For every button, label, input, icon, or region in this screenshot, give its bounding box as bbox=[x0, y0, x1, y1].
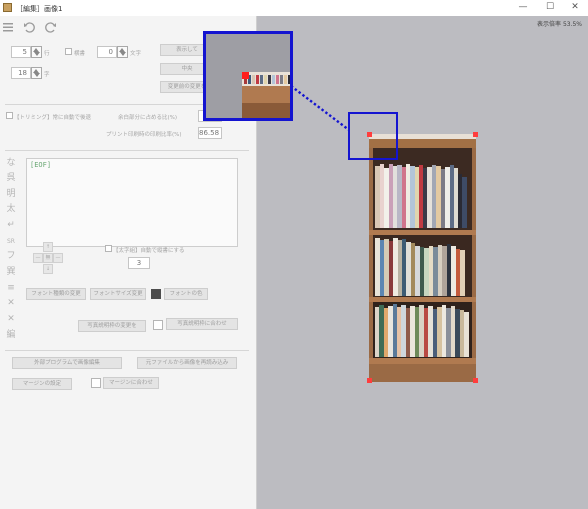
font-color-button[interactable]: フォントの色 bbox=[164, 288, 208, 300]
chars-offset-input[interactable]: 0 bbox=[97, 46, 117, 58]
tool-lines[interactable]: ≡ bbox=[5, 282, 17, 295]
divider bbox=[5, 350, 249, 351]
font-color-swatch[interactable] bbox=[151, 289, 161, 299]
selection-box[interactable] bbox=[348, 112, 398, 160]
match-desc-checkbox[interactable] bbox=[153, 320, 163, 330]
font-size-button[interactable]: フォントサイズ変更 bbox=[90, 288, 146, 300]
margin-fit-checkbox[interactable] bbox=[91, 378, 101, 388]
title-bar: ［編集］画像1 — ☐ ✕ bbox=[0, 0, 588, 16]
text-editor[interactable]: [EOF] bbox=[26, 158, 238, 247]
print-ratio-input[interactable]: 86.58 bbox=[198, 127, 222, 139]
zoom-handle bbox=[242, 72, 249, 79]
zoom-image-corner bbox=[242, 72, 290, 118]
minimize-button[interactable]: — bbox=[514, 1, 532, 14]
tool-bold[interactable]: 太 bbox=[5, 203, 17, 216]
resize-handle-top-right[interactable] bbox=[473, 132, 478, 137]
blank-ratio-label: 余白部分に占める比(%) bbox=[118, 115, 178, 121]
tool-ruby[interactable]: SR bbox=[5, 235, 17, 248]
zoom-preview bbox=[203, 31, 293, 121]
tool-newline[interactable]: ↵ bbox=[5, 219, 17, 232]
chars-offset-spinner[interactable] bbox=[117, 46, 128, 58]
auto-trim-checkbox[interactable] bbox=[6, 112, 13, 119]
bookshelf-picture bbox=[369, 134, 476, 382]
dpad-center[interactable]: 無 bbox=[43, 253, 53, 263]
resize-handle-bottom-right[interactable] bbox=[473, 378, 478, 383]
reload-button[interactable]: 元ファイルから画像を再読み込み bbox=[137, 357, 237, 369]
chars-unit: 字 bbox=[44, 72, 50, 78]
print-ratio-label: プリント印刷時の印刷比率(%) bbox=[106, 132, 182, 138]
redo-icon[interactable] bbox=[44, 20, 58, 34]
match-desc-button[interactable]: 写真説明枠に合わせ bbox=[166, 318, 238, 330]
auto-tate-label: 【太字組】自動で縦書にする bbox=[113, 248, 185, 254]
window-title: ［編集］画像1 bbox=[16, 5, 63, 13]
lines-input[interactable]: 5 bbox=[11, 46, 31, 58]
resize-handle-bottom-left[interactable] bbox=[367, 378, 372, 383]
maximize-button[interactable]: ☐ bbox=[541, 1, 559, 14]
lines-spinner[interactable] bbox=[31, 46, 42, 58]
tool-cross-1[interactable]: ✕ bbox=[5, 297, 17, 310]
undo-icon[interactable] bbox=[22, 20, 36, 34]
auto-trim-label: 【トリミング】常に自動で後退 bbox=[14, 115, 92, 121]
margin-setting-button[interactable]: マージンの設定 bbox=[12, 378, 72, 390]
margin-fit-button[interactable]: マージンに合わせ bbox=[103, 377, 159, 389]
horizontal-checkbox[interactable] bbox=[65, 48, 72, 55]
zoomed-bookshelf-corner bbox=[242, 72, 290, 118]
dpad-down[interactable]: ↓ bbox=[43, 264, 53, 274]
tool-gothic[interactable]: 呉 bbox=[5, 172, 17, 185]
close-button[interactable]: ✕ bbox=[566, 1, 584, 14]
tool-hiragana[interactable]: な bbox=[5, 157, 17, 170]
hamburger-icon[interactable] bbox=[2, 21, 14, 33]
preview-image[interactable] bbox=[367, 132, 478, 383]
dpad-up[interactable]: ↑ bbox=[43, 242, 53, 252]
font-type-button[interactable]: フォント種類の変更 bbox=[26, 288, 86, 300]
zoom-connector bbox=[290, 85, 350, 131]
tool-cross-2[interactable]: ✕ bbox=[5, 313, 17, 326]
tool-fu[interactable]: フ bbox=[5, 250, 17, 263]
lines-unit: 行 bbox=[44, 51, 50, 57]
change-desc-button[interactable]: 写真説明枠の変更を bbox=[78, 320, 146, 332]
tool-mincho[interactable]: 明 bbox=[5, 188, 17, 201]
dpad-left[interactable]: — bbox=[33, 253, 43, 263]
horizontal-label: 横書 bbox=[74, 51, 86, 57]
eof-marker: [EOF] bbox=[30, 161, 52, 169]
chars-input[interactable]: 18 bbox=[11, 67, 31, 79]
chars-offset-unit: 文字 bbox=[130, 51, 142, 57]
tool-emphasis[interactable]: 巽 bbox=[5, 266, 17, 279]
dpad-right[interactable]: — bbox=[53, 253, 63, 263]
divider bbox=[5, 150, 249, 151]
zoom-level: 表示倍率 53.5% bbox=[537, 21, 582, 28]
chars-spinner[interactable] bbox=[31, 67, 42, 79]
external-edit-button[interactable]: 外部プログラムで画像編集 bbox=[12, 357, 122, 369]
auto-tate-checkbox[interactable] bbox=[105, 245, 112, 252]
app-icon bbox=[3, 3, 12, 12]
tool-edit[interactable]: 編 bbox=[5, 329, 17, 342]
auto-tate-input[interactable]: 3 bbox=[128, 257, 150, 269]
